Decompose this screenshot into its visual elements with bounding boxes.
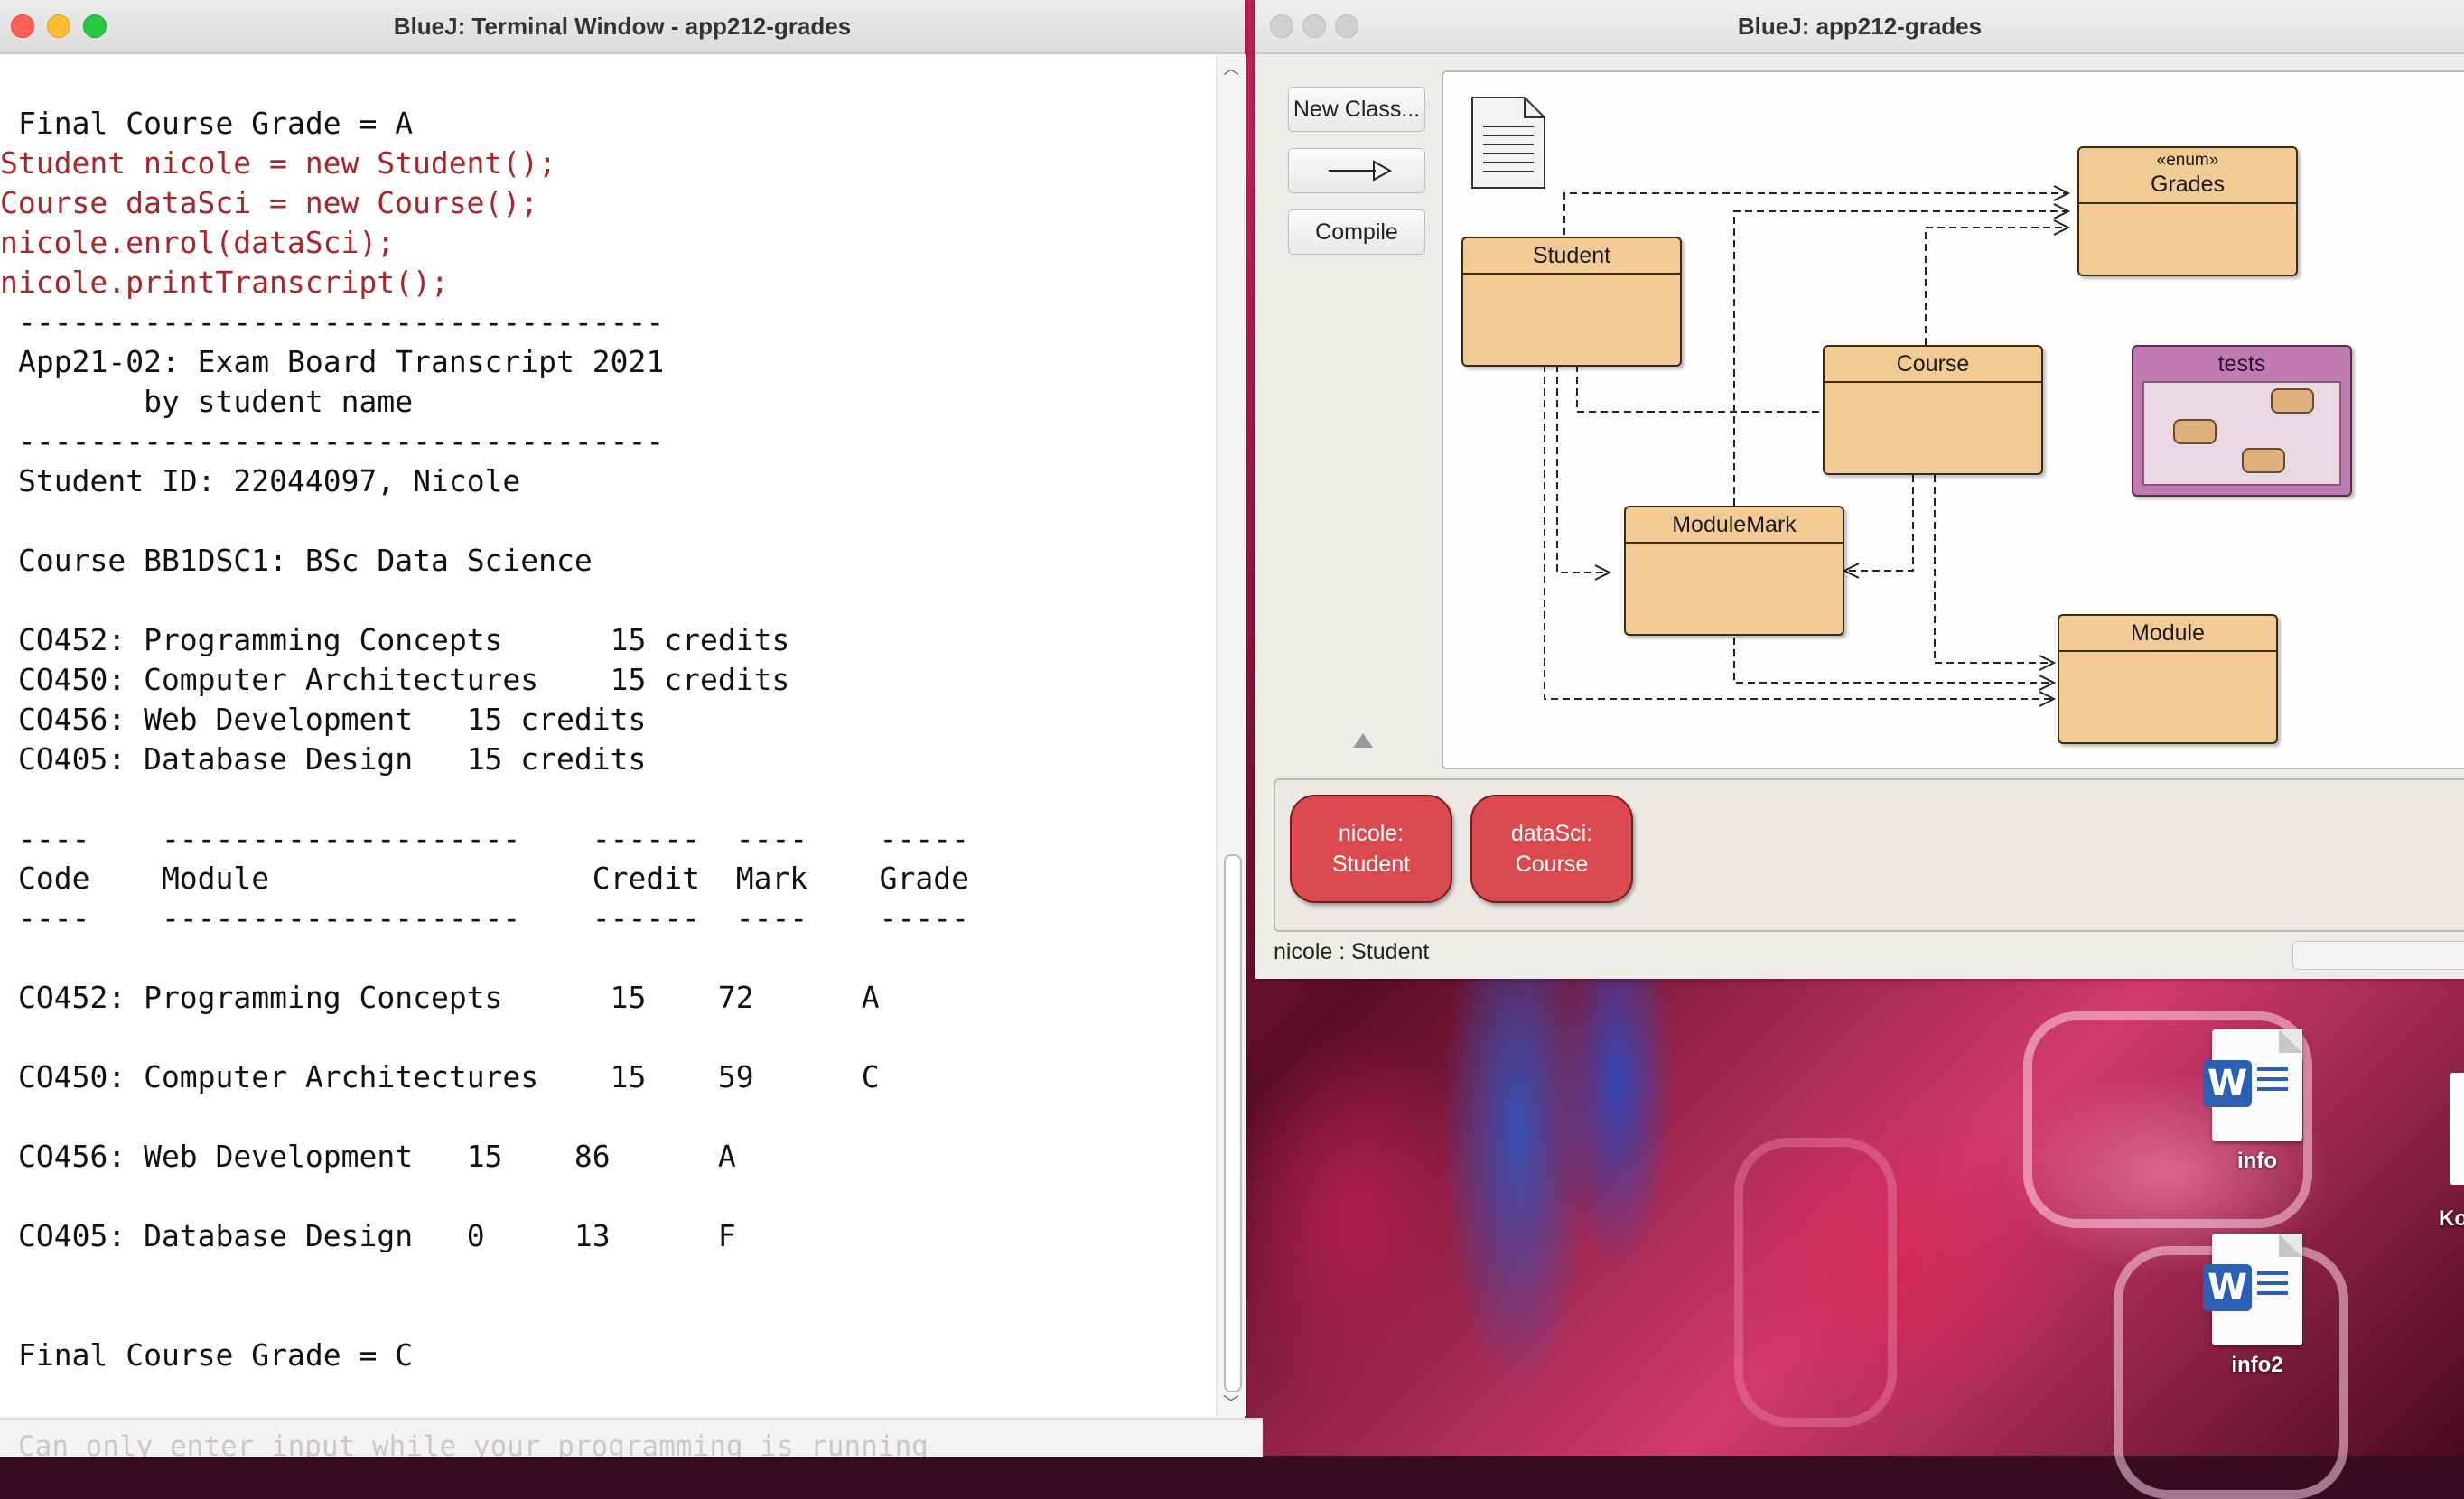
terminal-output-line: ---- -------------------- ------ ---- --… bbox=[18, 821, 969, 856]
package-class-icon bbox=[2271, 388, 2314, 414]
terminal-command-line: Course dataSci = new Course(); bbox=[0, 185, 539, 220]
dependency-arrow bbox=[1934, 475, 2052, 664]
desktop-file-info[interactable]: W info bbox=[2189, 1029, 2325, 1174]
dependency-arrow bbox=[1556, 365, 1608, 573]
word-document-icon: W bbox=[2203, 1234, 2302, 1345]
terminal-command-line: Student nicole = new Student(); bbox=[0, 145, 556, 181]
terminal-output-line: App21-02: Exam Board Transcript 2021 bbox=[18, 344, 665, 379]
terminal-output-line bbox=[0, 1097, 969, 1137]
wallpaper-neon-shape bbox=[1734, 1138, 1897, 1427]
terminal-output-line: Code Module Credit Mark Grade bbox=[18, 861, 969, 896]
collapse-triangle-icon[interactable] bbox=[1353, 733, 1373, 748]
package-class-icon bbox=[2173, 419, 2217, 444]
terminal-output-line: CO452: Programming Concepts 15 72 A bbox=[18, 980, 880, 1015]
class-module-label: Module bbox=[2059, 616, 2276, 652]
word-badge-icon: W bbox=[2203, 1060, 2252, 1107]
scroll-up-icon[interactable]: ︿ bbox=[1217, 56, 1246, 79]
terminal-scrollbar[interactable]: ︿ ﹀ bbox=[1216, 54, 1246, 1416]
desktop-file-info2[interactable]: W info2 bbox=[2189, 1234, 2325, 1378]
terminal-output-line: Final Course Grade = C bbox=[18, 1337, 414, 1373]
terminal-output-line: CO456: Web Development 15 credits bbox=[18, 702, 647, 737]
class-module[interactable]: Module bbox=[2058, 614, 2278, 744]
bluej-title: BlueJ: app212-grades bbox=[1737, 13, 1983, 40]
dependency-arrow bbox=[1846, 475, 1914, 572]
package-tests-label: tests bbox=[2217, 351, 2266, 377]
terminal-window: BlueJ: Terminal Window - app212-grades F… bbox=[0, 0, 1263, 1457]
bluej-project-window: BlueJ: app212-grades New Class... Compil… bbox=[1255, 0, 2464, 979]
terminal-output-line bbox=[0, 938, 969, 978]
package-tests-preview bbox=[2142, 381, 2341, 486]
new-class-button[interactable]: New Class... bbox=[1288, 87, 1425, 132]
terminal-output-line: ------------------------------------ bbox=[18, 424, 665, 459]
terminal-output-line bbox=[0, 779, 969, 819]
class-student[interactable]: Student bbox=[1461, 237, 1682, 367]
dependency-arrow bbox=[1925, 227, 2067, 345]
class-course-label: Course bbox=[1825, 347, 2041, 383]
terminal-command-line: nicole.enrol(dataSci); bbox=[0, 225, 396, 260]
dependency-arrow bbox=[1563, 192, 2067, 235]
class-grades[interactable]: «enum» Grades bbox=[2077, 146, 2298, 276]
terminal-output-line: CO405: Database Design 0 13 F bbox=[18, 1218, 736, 1253]
terminal-output-line: CO452: Programming Concepts 15 credits bbox=[18, 622, 790, 657]
class-grades-header: «enum» Grades bbox=[2079, 148, 2296, 204]
terminal-output-line: Final Course Grade = A bbox=[18, 106, 414, 141]
package-tests[interactable]: tests bbox=[2132, 345, 2352, 497]
terminal-output-line: Student ID: 22044097, Nicole bbox=[18, 463, 521, 498]
class-modulemark-label: ModuleMark bbox=[1626, 507, 1843, 544]
partial-document-icon[interactable] bbox=[2450, 1073, 2464, 1185]
terminal-output-line bbox=[0, 1177, 969, 1216]
dependency-arrow bbox=[1733, 638, 2052, 684]
compile-button[interactable]: Compile bbox=[1288, 209, 1425, 255]
partial-desktop-file-label[interactable]: Ko bbox=[2439, 1206, 2464, 1232]
object-name: dataSci: bbox=[1510, 821, 1593, 846]
terminal-output-line bbox=[0, 1256, 969, 1296]
desktop-file-label: info2 bbox=[2231, 1353, 2283, 1377]
object-name: nicole: bbox=[1338, 821, 1405, 846]
object-bench[interactable]: nicole: Student dataSci: Course bbox=[1274, 778, 2464, 932]
terminal-output-line bbox=[0, 1018, 969, 1057]
class-modulemark[interactable]: ModuleMark bbox=[1624, 506, 1844, 636]
terminal-output-line: CO450: Computer Architectures 15 credits bbox=[18, 662, 790, 697]
terminal-output-line bbox=[0, 501, 969, 541]
object-type: Course bbox=[1515, 852, 1589, 877]
terminal-output-line bbox=[0, 1296, 969, 1336]
word-document-icon: W bbox=[2203, 1029, 2302, 1141]
terminal-scroll-thumb[interactable] bbox=[1224, 854, 1242, 1392]
bluej-titlebar[interactable]: BlueJ: app212-grades bbox=[1255, 0, 2464, 54]
uses-arrow-icon bbox=[1329, 160, 1393, 182]
terminal-output-line: Course BB1DSC1: BSc Data Science bbox=[18, 543, 593, 578]
class-grades-label: Grades bbox=[2151, 172, 2225, 197]
terminal-command-line: nicole.printTranscript(); bbox=[0, 265, 449, 300]
package-class-icon bbox=[2242, 448, 2285, 473]
class-diagram[interactable]: «enum» Grades Student Course tests Modul… bbox=[1442, 70, 2464, 769]
status-bar-text: nicole : Student bbox=[1274, 939, 1430, 964]
new-arrow-button[interactable] bbox=[1288, 148, 1425, 193]
terminal-output-lines: Final Course Grade = A Student nicole = n… bbox=[0, 104, 969, 1375]
terminal-output-line: CO456: Web Development 15 86 A bbox=[18, 1139, 736, 1174]
terminal-output-line: CO450: Computer Architectures 15 59 C bbox=[18, 1059, 880, 1094]
terminal-output[interactable]: Final Course Grade = A Student nicole = n… bbox=[0, 54, 1216, 1416]
terminal-output-line bbox=[0, 581, 969, 620]
terminal-titlebar[interactable]: BlueJ: Terminal Window - app212-grades bbox=[0, 0, 1245, 54]
terminal-output-line: CO405: Database Design 15 credits bbox=[18, 741, 647, 777]
terminal-title: BlueJ: Terminal Window - app212-grades bbox=[393, 13, 852, 40]
enum-stereotype: «enum» bbox=[2156, 151, 2219, 170]
terminal-output-line: by student name bbox=[18, 384, 414, 419]
object-datasci[interactable]: dataSci: Course bbox=[1470, 795, 1633, 903]
desktop-file-label: info bbox=[2237, 1149, 2277, 1173]
terminal-output-line: ------------------------------------ bbox=[18, 304, 665, 340]
object-nicole[interactable]: nicole: Student bbox=[1290, 795, 1452, 903]
class-course[interactable]: Course bbox=[1823, 345, 2043, 475]
scroll-down-icon[interactable]: ﹀ bbox=[1217, 1391, 1246, 1414]
terminal-input-field[interactable]: Can only enter input while your programm… bbox=[0, 1418, 1263, 1457]
word-badge-icon: W bbox=[2203, 1264, 2252, 1311]
terminal-output-line: ---- -------------------- ------ ---- --… bbox=[18, 900, 969, 936]
class-student-label: Student bbox=[1463, 238, 1680, 275]
status-progress-box bbox=[2292, 941, 2464, 970]
object-type: Student bbox=[1331, 852, 1411, 877]
